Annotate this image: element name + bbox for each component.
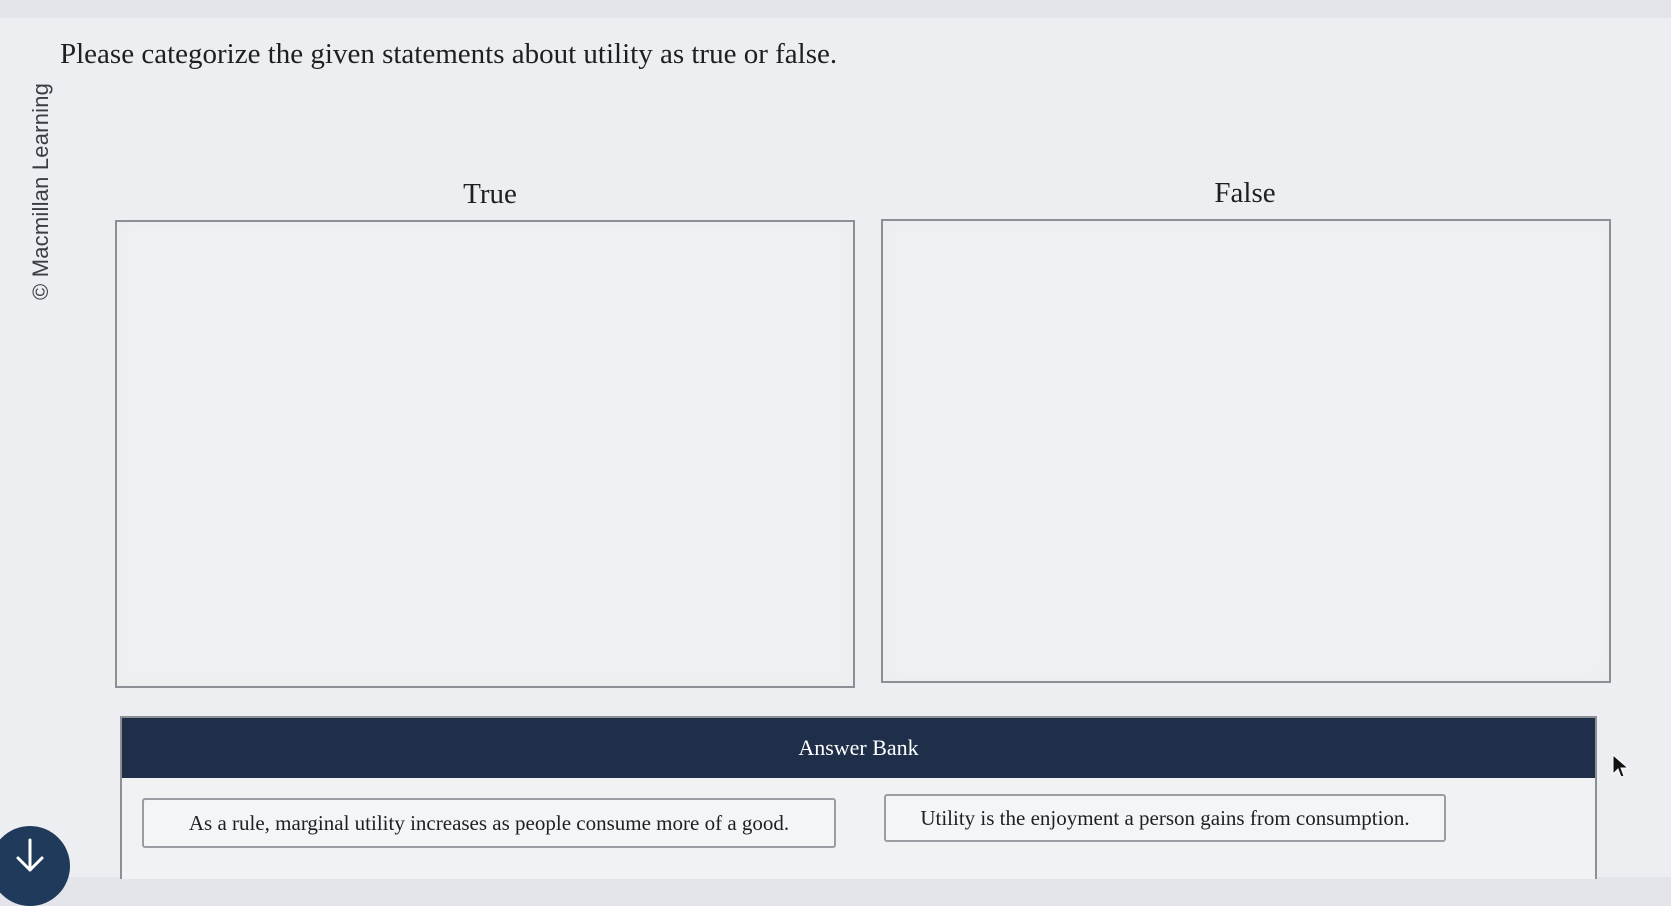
- true-bin-label: True: [463, 178, 517, 210]
- answer-chip-utility-enjoyment[interactable]: Utility is the enjoyment a person gains …: [884, 794, 1446, 842]
- true-drop-zone[interactable]: [115, 220, 855, 688]
- answer-bank-header: Answer Bank: [122, 718, 1595, 778]
- answer-bank-title: Answer Bank: [798, 735, 919, 760]
- answer-chip-marginal-utility[interactable]: As a rule, marginal utility increases as…: [142, 798, 836, 848]
- answer-chip-text: As a rule, marginal utility increases as…: [188, 810, 790, 835]
- false-drop-zone[interactable]: [881, 219, 1611, 683]
- arrow-down-icon: [16, 838, 44, 872]
- mouse-pointer-icon: [1612, 754, 1630, 778]
- copyright-label: © Macmillan Learning: [28, 82, 53, 300]
- false-bin-label: False: [1214, 177, 1276, 209]
- answer-bank: Answer Bank As a rule, marginal utility …: [120, 716, 1597, 879]
- download-button[interactable]: [0, 826, 70, 906]
- answer-chip-text: Utility is the enjoyment a person gains …: [920, 805, 1410, 830]
- question-prompt: Please categorize the given statements a…: [60, 38, 838, 70]
